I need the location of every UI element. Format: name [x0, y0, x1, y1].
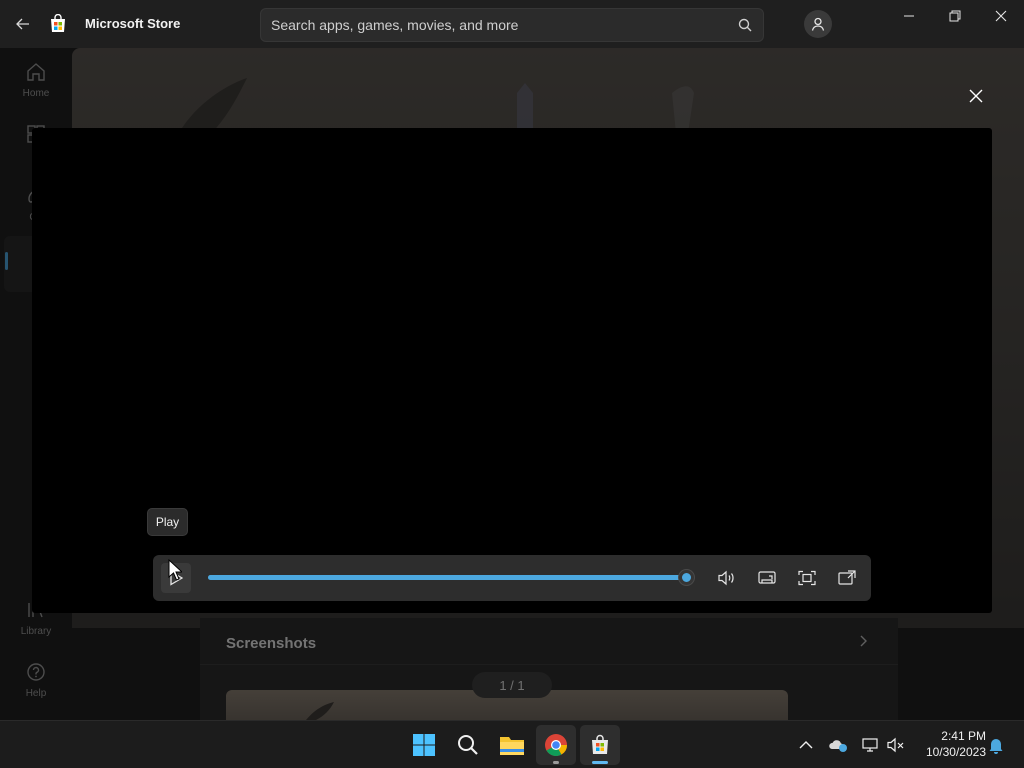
taskbar-search-button[interactable]: [448, 725, 488, 765]
clock-time: 2:41 PM: [941, 729, 986, 743]
cast-button[interactable]: [753, 564, 781, 592]
folder-icon: [500, 737, 524, 755]
fullscreen-icon: [798, 570, 816, 586]
seek-progress: [208, 575, 686, 580]
microsoft-store-icon: [592, 734, 608, 754]
play-tooltip: Play: [147, 508, 188, 536]
taskbar: 2:41 PM 10/30/2023: [0, 720, 1024, 768]
search-input[interactable]: [271, 9, 731, 41]
fullscreen-button[interactable]: [793, 564, 821, 592]
network-icon: [862, 738, 878, 752]
back-arrow-icon: [16, 18, 29, 30]
restore-icon: [949, 10, 961, 22]
mouse-cursor-icon: [168, 559, 182, 581]
show-hidden-icons-button[interactable]: [796, 735, 816, 755]
chrome-icon: [545, 734, 567, 756]
microsoft-store-logo-icon: [51, 14, 65, 32]
notifications-button[interactable]: [986, 735, 1006, 755]
clock-date: 10/30/2023: [925, 745, 986, 759]
popout-button[interactable]: [833, 564, 861, 592]
store-active-indicator: [592, 761, 608, 764]
volume-tray-button[interactable]: [886, 735, 906, 755]
search-box[interactable]: [260, 8, 764, 42]
popout-icon: [838, 570, 856, 585]
title-bar: Microsoft Store: [0, 0, 1024, 48]
volume-button[interactable]: [713, 564, 741, 592]
volume-icon: [718, 570, 734, 586]
chrome-running-indicator: [553, 761, 559, 764]
media-controls: [153, 555, 871, 601]
cast-icon: [758, 571, 776, 584]
restore-button[interactable]: [932, 0, 978, 32]
seek-bar[interactable]: [208, 570, 694, 585]
onedrive-icon: [829, 740, 847, 752]
taskbar-clock[interactable]: 2:41 PM 10/30/2023: [914, 728, 986, 760]
file-explorer-button[interactable]: [492, 725, 532, 765]
chrome-button[interactable]: [536, 725, 576, 765]
bell-icon: [989, 739, 1003, 754]
onedrive-tray-button[interactable]: [828, 735, 848, 755]
network-tray-button[interactable]: [860, 735, 880, 755]
microsoft-store-taskbar-button[interactable]: [580, 725, 620, 765]
start-button[interactable]: [404, 725, 444, 765]
close-video-button[interactable]: [962, 84, 990, 108]
video-player[interactable]: [32, 128, 992, 613]
back-button[interactable]: [8, 9, 38, 39]
app-title: Microsoft Store: [85, 16, 181, 31]
minimize-icon: [904, 15, 914, 17]
close-icon: [995, 10, 1007, 22]
person-icon: [811, 17, 825, 31]
volume-muted-icon: [887, 737, 904, 753]
chevron-up-icon: [799, 741, 813, 749]
search-icon: [458, 735, 478, 755]
windows-logo-icon: [413, 734, 435, 756]
account-button[interactable]: [804, 10, 832, 38]
minimize-button[interactable]: [886, 0, 932, 32]
close-window-button[interactable]: [978, 0, 1024, 32]
seek-thumb[interactable]: [679, 570, 694, 585]
search-icon[interactable]: [737, 17, 753, 33]
close-icon: [969, 89, 983, 103]
